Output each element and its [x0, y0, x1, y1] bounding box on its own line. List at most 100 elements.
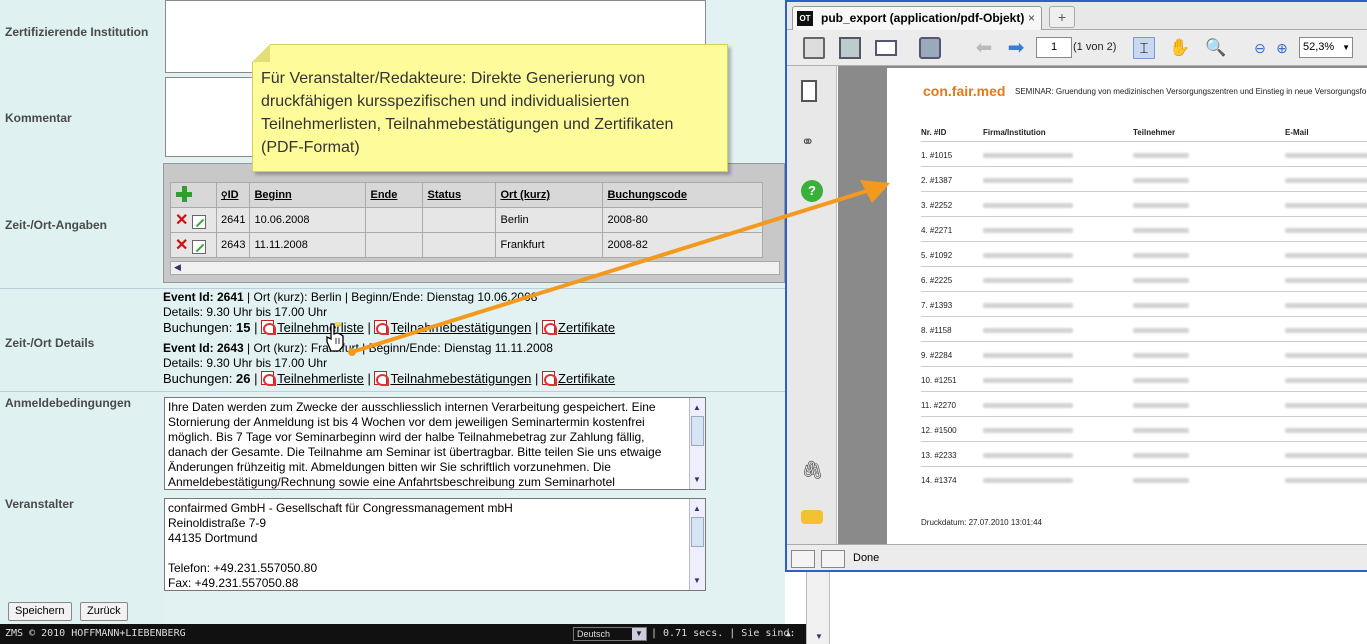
cell-ort: Frankfurt [495, 232, 604, 258]
scroll-left-icon[interactable]: ◀ [174, 262, 181, 273]
organizer-textarea[interactable]: confairmed GmbH - Gesellschaft für Congr… [164, 498, 706, 591]
scroll-up-icon[interactable]: ▲ [693, 501, 701, 516]
tab-bar: OT pub_export (application/pdf-Objekt) ×… [787, 2, 1367, 30]
pen-icon[interactable] [821, 550, 845, 568]
redacted-company [983, 426, 1073, 435]
comments-icon[interactable] [801, 510, 823, 524]
redacted-name [1133, 176, 1189, 185]
col-status[interactable]: Status [422, 182, 497, 208]
select-tool-icon[interactable]: ⌶ [1133, 37, 1155, 59]
organizer-line: confairmed GmbH - Gesellschaft für Congr… [168, 501, 513, 515]
redacted-name [1133, 351, 1189, 360]
organizer-line: Fax: +49.231.557050.88 [168, 576, 299, 590]
event-block: Event Id: 2643 | Ort (kurz): Frankfurt |… [163, 341, 783, 386]
delete-icon[interactable]: ✕ [175, 235, 189, 255]
col-ort[interactable]: Ort (kurz) [495, 182, 604, 208]
email-icon[interactable] [875, 40, 897, 56]
save-icon[interactable] [839, 37, 861, 59]
participant-list-link[interactable]: Teilnehmerliste [277, 320, 364, 335]
redacted-company [983, 451, 1073, 460]
scroll-down-icon[interactable]: ▼ [693, 573, 701, 588]
binoculars-icon[interactable]: ⚭ [801, 132, 823, 154]
language-select[interactable]: Deutsch ▼ [573, 627, 647, 641]
back-button[interactable]: Zurück [80, 602, 128, 621]
zoom-in-icon[interactable]: ⊕ [1271, 37, 1293, 59]
redacted-email [1285, 226, 1367, 235]
add-icon[interactable] [175, 185, 193, 203]
col-id[interactable]: ⚲ID [215, 182, 251, 208]
organizer-scrollbar[interactable]: ▲ ▼ [689, 499, 705, 590]
paperclip-icon[interactable]: 🖇 [801, 460, 824, 482]
table-horizontal-scrollbar[interactable]: ◀ [170, 261, 780, 275]
keyboard-icon[interactable] [791, 550, 815, 568]
redacted-email [1285, 401, 1367, 410]
zoom-tool-icon[interactable]: 🔍 [1205, 37, 1227, 59]
bookings-label: Buchungen: [163, 371, 237, 386]
participant-row: 6. #2225 [921, 266, 1367, 291]
participant-row: 1. #1015 [921, 141, 1367, 166]
label-institution: Zertifizierende Institution [5, 25, 149, 39]
zoom-out-icon[interactable]: ⊖ [1249, 37, 1271, 59]
col-ende[interactable]: Ende [365, 182, 424, 208]
edit-icon[interactable] [192, 240, 206, 255]
scroll-up-icon[interactable]: ▲ [693, 400, 701, 415]
cell-status [422, 232, 497, 258]
conditions-textarea[interactable]: Ihre Daten werden zum Zwecke der ausschl… [164, 397, 706, 490]
participant-list-link[interactable]: Teilnehmerliste [277, 371, 364, 386]
cell-id: 2643 [215, 232, 251, 258]
col-beginn[interactable]: Beginn [249, 182, 367, 208]
redacted-company [983, 276, 1073, 285]
cell-ende [365, 207, 424, 233]
row-divider [0, 391, 785, 392]
redacted-company [983, 201, 1073, 210]
col-buchungscode[interactable]: Buchungscode [602, 182, 764, 208]
redacted-email [1285, 426, 1367, 435]
scroll-down-icon[interactable]: ▼ [815, 632, 823, 641]
participant-row: 8. #1158 [921, 316, 1367, 341]
redacted-email [1285, 326, 1367, 335]
certificates-link[interactable]: Zertifikate [558, 371, 615, 386]
redacted-name [1133, 451, 1189, 460]
redacted-company [983, 226, 1073, 235]
scroll-thumb[interactable] [691, 416, 704, 446]
scroll-thumb[interactable] [691, 517, 704, 547]
row-number: 14. #1374 [921, 476, 957, 485]
annotation-note: Für Veranstalter/Redakteure: Direkte Gen… [252, 44, 728, 172]
label-time-place: Zeit-/Ort-Angaben [5, 218, 107, 232]
help-icon[interactable]: ? [801, 180, 823, 202]
scroll-down-icon[interactable]: ▼ [693, 472, 701, 487]
properties-icon[interactable] [919, 37, 941, 59]
pages-icon[interactable] [801, 80, 817, 102]
cell-beginn: 11.11.2008 [249, 232, 367, 258]
hand-tool-icon[interactable]: ✋ [1169, 37, 1191, 59]
print-icon[interactable] [803, 37, 825, 59]
chevron-down-icon: ▼ [1342, 43, 1350, 52]
page-number-input[interactable]: 1 [1036, 37, 1072, 58]
row-number: 5. #1092 [921, 251, 953, 260]
save-button[interactable]: Speichern [8, 602, 72, 621]
row-number: 3. #2252 [921, 201, 953, 210]
certificates-link[interactable]: Zertifikate [558, 320, 615, 335]
tab-pdf[interactable]: OT pub_export (application/pdf-Objekt) × [792, 6, 1042, 30]
organizer-line: Reinoldistraße 7-9 [168, 516, 267, 530]
label-comment: Kommentar [5, 111, 72, 125]
new-tab-button[interactable]: + [1049, 6, 1075, 28]
next-page-icon[interactable]: ➡ [1005, 37, 1027, 59]
redacted-email [1285, 176, 1367, 185]
delete-icon[interactable]: ✕ [175, 210, 189, 230]
event-id: Event Id: 2643 [163, 341, 244, 355]
conditions-scrollbar[interactable]: ▲ ▼ [689, 398, 705, 489]
redacted-name [1133, 226, 1189, 235]
previous-page-icon[interactable]: ⬅ [973, 37, 995, 59]
zoom-select[interactable]: 52,3% ▼ [1299, 37, 1353, 58]
close-icon[interactable]: × [1028, 7, 1035, 29]
confirmations-link[interactable]: Teilnahmebestätigungen [390, 371, 531, 386]
status-info: | 0.71 secs. | Sie sind: fox | [651, 628, 796, 639]
redacted-name [1133, 376, 1189, 385]
page-count: (1 von 2) [1073, 41, 1117, 53]
edit-icon[interactable] [192, 215, 206, 230]
participant-row: 7. #1393 [921, 291, 1367, 316]
confirmations-link[interactable]: Teilnahmebestätigungen [390, 320, 531, 335]
redacted-name [1133, 426, 1189, 435]
scroll-top-icon[interactable]: ▲ [786, 624, 791, 644]
